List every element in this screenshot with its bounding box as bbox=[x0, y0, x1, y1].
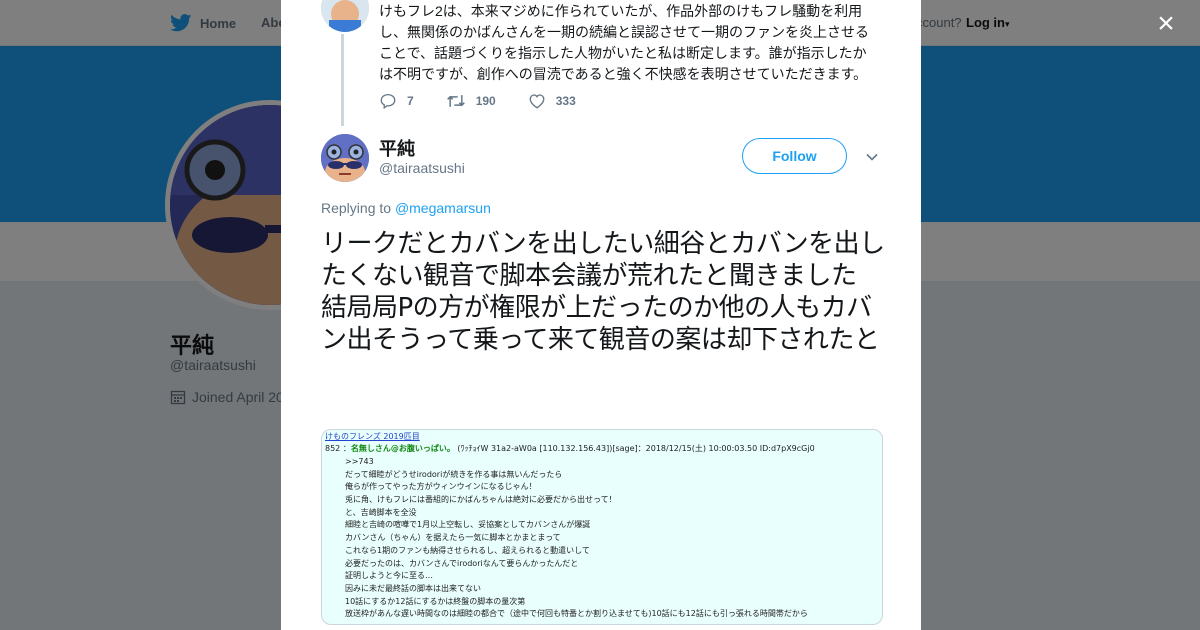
media-line: 因みに未だ最終話の脚本は出来てない bbox=[345, 583, 481, 593]
media-line: 必要だったのは、カバンさんでirodoriなんて要らんかったんだと bbox=[345, 558, 579, 568]
media-line: 細睦と吉崎の喧嘩で1月以上空転し、妥協案としてカバンさんが爆誕 bbox=[345, 520, 591, 530]
prev-tweet-text: けもフレ2は、本来マジめに作られていたが、作品外部のけもフレ騒動を利用し、無関係… bbox=[379, 3, 869, 82]
media-post-body: >>743 だって細睦がどうせirodoriが続きを作る事は無いんだったら 俺ら… bbox=[345, 456, 808, 621]
heart-icon bbox=[529, 94, 545, 109]
retweet-icon bbox=[446, 95, 465, 107]
prev-tweet-actions: 7 190 333 bbox=[379, 92, 608, 110]
retweet-count: 190 bbox=[475, 94, 496, 108]
tweet-media-image[interactable]: けものフレンズ 2019匹目 852 ：名無しさん@お腹いっぱい。 (ﾜｯﾁｮｲ… bbox=[321, 429, 883, 625]
media-post-info: (ﾜｯﾁｮｲW 31a2-aW0a [110.132.156.43])[sage… bbox=[457, 444, 815, 453]
follow-button[interactable]: Follow bbox=[742, 138, 847, 174]
chevron-down-icon bbox=[866, 153, 878, 161]
close-button[interactable]: × bbox=[1152, 7, 1180, 40]
replying-to: Replying to @megamarsun bbox=[321, 200, 491, 216]
reply-count: 7 bbox=[407, 94, 414, 108]
like-count: 333 bbox=[555, 94, 576, 108]
media-post-meta: 852 ：名無しさん@お腹いっぱい。 (ﾜｯﾁｮｲW 31a2-aW0a [11… bbox=[325, 444, 815, 453]
media-line: これなら1期のファンも納得させられるし、超えられると動遣いして bbox=[345, 545, 590, 555]
media-line: 兎に角、けもフレには番組的にかばんちゃんは絶対に必要だから出せって！ bbox=[345, 495, 617, 505]
media-line: だって細睦がどうせirodoriが続きを作る事は無いんだったら bbox=[345, 469, 563, 479]
more-options-button[interactable] bbox=[865, 150, 879, 164]
retweet-button[interactable]: 190 bbox=[446, 92, 496, 110]
tweet-modal: けもフレ2は、本来マジめに作られていたが、作品外部のけもフレ騒動を利用し、無関係… bbox=[281, 0, 921, 630]
reply-icon bbox=[380, 93, 396, 110]
close-icon: × bbox=[1157, 7, 1175, 40]
media-post-number: 852 bbox=[325, 444, 341, 453]
prev-avatar-image-icon bbox=[321, 0, 369, 32]
tweet-text: リークだとカバンを出したい細谷とカバンを出したくない観音で脚本会議が荒れたと聞き… bbox=[321, 229, 885, 355]
media-thread-title: けものフレンズ 2019匹目 bbox=[325, 432, 420, 441]
replying-to-link[interactable]: @megamarsun bbox=[395, 200, 491, 216]
thread-connector bbox=[341, 34, 344, 126]
media-line: 俺らが作ってやった方がウィンウインになるじゃん！ bbox=[345, 482, 537, 492]
like-button[interactable]: 333 bbox=[528, 92, 576, 110]
media-line: 証明しようと今に至る… bbox=[345, 571, 433, 581]
media-line: カバンさん（ちゃん）を据えたら一気に脚本とかまとまって bbox=[345, 533, 561, 543]
media-line: >>743 bbox=[345, 457, 374, 466]
media-post-name: 名無しさん@お腹いっぱい。 bbox=[350, 444, 455, 453]
tweet-author-avatar[interactable] bbox=[321, 134, 369, 182]
media-line: と、吉崎脚本を全没 bbox=[345, 507, 417, 517]
tweet-author-name[interactable]: 平純 bbox=[379, 135, 415, 161]
tweet-author-handle[interactable]: @tairaatsushi bbox=[379, 160, 465, 176]
prev-tweet-avatar[interactable] bbox=[321, 0, 369, 32]
media-line: 放送枠があんな遅い時間なのは細睦の都合で（途中で何回も特番とか割り込ませても)1… bbox=[345, 609, 808, 619]
replying-prefix: Replying to bbox=[321, 200, 395, 216]
character-avatar-icon bbox=[321, 134, 369, 182]
reply-button[interactable]: 7 bbox=[379, 92, 414, 110]
media-line: 10話にするか12話にするかは終盤の脚本の量次第 bbox=[345, 596, 526, 606]
